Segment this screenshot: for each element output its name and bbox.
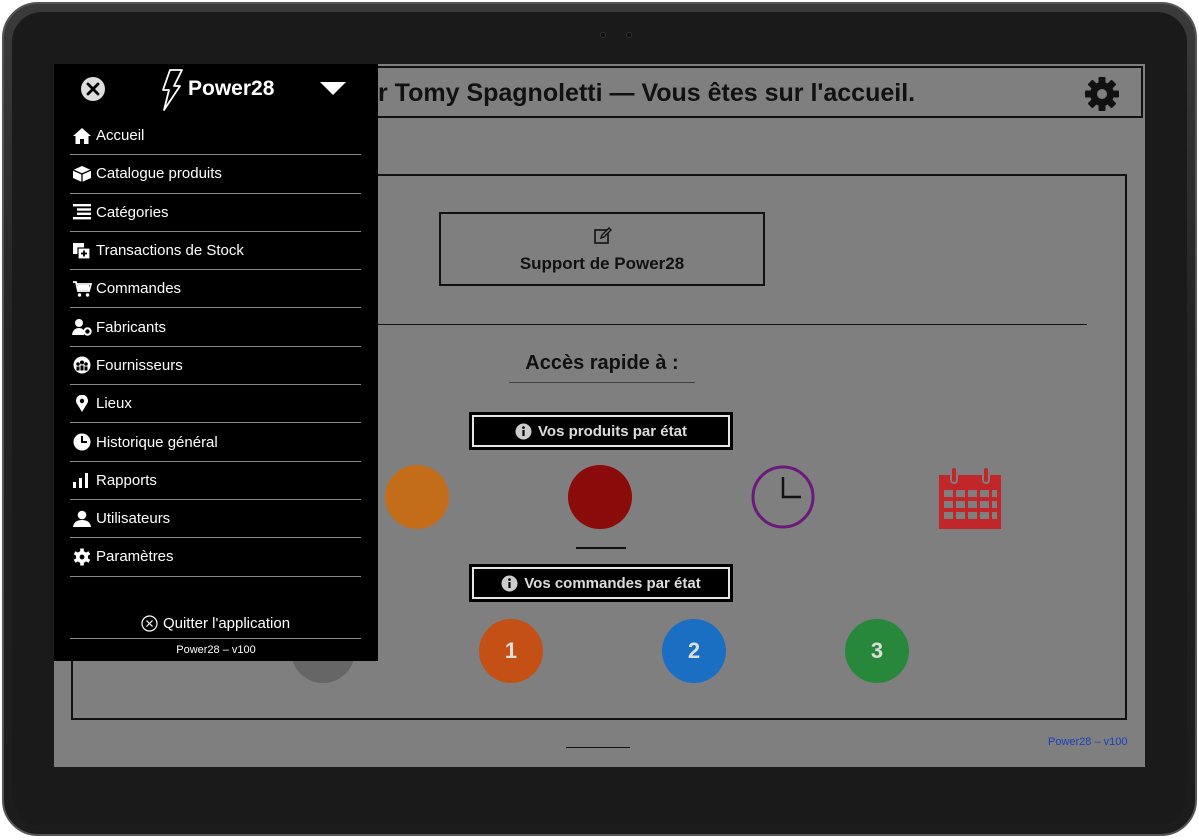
- footer-underline: [566, 747, 630, 748]
- sidebar-item-label: Catégories: [96, 203, 169, 221]
- user-gear-icon: [72, 319, 92, 336]
- close-icon[interactable]: [80, 76, 106, 102]
- quit-app-button[interactable]: Quitter l'application: [70, 609, 361, 639]
- sidebar-item-label: Catalogue produits: [96, 165, 222, 183]
- group-icon: [73, 356, 91, 374]
- sidebar-item-historique[interactable]: Historique général: [70, 423, 361, 462]
- quit-app-label: Quitter l'application: [162, 615, 291, 632]
- sidebar-item-rapports[interactable]: Rapports: [70, 462, 361, 500]
- sidebar-item-label: Utilisateurs: [96, 510, 171, 528]
- edit-icon: [594, 227, 612, 244]
- quick-access-underline: [509, 382, 695, 383]
- sidebar-item-label: Commandes: [96, 280, 182, 298]
- state-orange-circle[interactable]: [385, 465, 449, 529]
- sidebar-item-fournisseurs[interactable]: Fournisseurs: [70, 347, 361, 386]
- camera-dot: [600, 32, 606, 38]
- sidebar-item-fabricants[interactable]: Fabricants: [70, 308, 361, 347]
- sidebar-version: Power28 – v100: [176, 644, 256, 656]
- sidebar-item-transactions[interactable]: Transactions de Stock: [70, 232, 361, 271]
- gear-icon[interactable]: [1084, 76, 1120, 112]
- sidebar-item-label: Fabricants: [96, 318, 167, 336]
- bar-chart-icon: [73, 473, 88, 489]
- page-title: r Tomy Spagnoletti — Vous êtes sur l'acc…: [378, 79, 916, 107]
- products-by-state-label: Vos produits par état: [538, 422, 687, 440]
- sidebar-item-label: Historique général: [96, 433, 218, 451]
- order-state-3[interactable]: 3: [845, 619, 909, 683]
- sidebar-item-utilisateurs[interactable]: Utilisateurs: [70, 500, 361, 539]
- plus-square-icon: [73, 242, 91, 260]
- sidebar-item-accueil[interactable]: Accueil: [70, 117, 361, 156]
- sidebar-item-categories[interactable]: Catégories: [70, 194, 361, 232]
- sensor-dot: [626, 32, 632, 38]
- list-icon: [73, 204, 91, 220]
- box-icon: [72, 165, 92, 182]
- map-pin-icon: [76, 394, 88, 412]
- quick-access-title: Accès rapide à :: [525, 352, 679, 374]
- lightning-bolt-icon: [162, 69, 183, 111]
- clock-icon: [73, 433, 91, 451]
- support-button[interactable]: Support de Power28: [439, 212, 765, 286]
- chevron-down-icon[interactable]: [320, 82, 346, 96]
- sidebar-item-label: Fournisseurs: [96, 356, 183, 374]
- order-state-2[interactable]: 2: [662, 619, 726, 683]
- sidebar-item-label: Paramètres: [96, 548, 174, 566]
- sidebar-nav: Accueil Catalogue produits Catégories Tr…: [70, 117, 361, 577]
- home-icon: [73, 127, 91, 144]
- calendar-icon[interactable]: [937, 465, 1003, 531]
- gear-icon: [73, 548, 91, 566]
- sidebar-item-label: Accueil: [96, 127, 145, 145]
- sidebar-item-lieux[interactable]: Lieux: [70, 385, 361, 424]
- active-state-underline: [576, 547, 626, 549]
- sidebar-item-label: Transactions de Stock: [96, 242, 244, 260]
- sidebar-menu: Power28 Accueil Catalogue produits Catég…: [54, 64, 378, 661]
- info-icon: [501, 575, 518, 591]
- footer-version: Power28 – v100: [1048, 736, 1128, 748]
- orders-by-state-button[interactable]: Vos commandes par état: [469, 564, 733, 602]
- info-icon: [515, 423, 532, 439]
- order-state-1[interactable]: 1: [479, 619, 543, 683]
- sidebar-item-label: Rapports: [96, 471, 157, 489]
- clock-icon[interactable]: [751, 465, 815, 529]
- cart-icon: [73, 280, 92, 297]
- sidebar-item-parametres[interactable]: Paramètres: [70, 538, 361, 577]
- user-icon: [73, 510, 91, 527]
- state-red-circle[interactable]: [568, 465, 632, 529]
- sidebar-item-catalogue[interactable]: Catalogue produits: [70, 155, 361, 194]
- orders-by-state-label: Vos commandes par état: [524, 574, 701, 592]
- products-by-state-button[interactable]: Vos produits par état: [469, 412, 733, 450]
- sidebar-item-label: Lieux: [96, 395, 132, 413]
- close-circle-icon: [141, 615, 158, 632]
- support-label: Support de Power28: [519, 254, 685, 273]
- brand-name: Power28: [188, 77, 275, 100]
- sidebar-item-commandes[interactable]: Commandes: [70, 270, 361, 309]
